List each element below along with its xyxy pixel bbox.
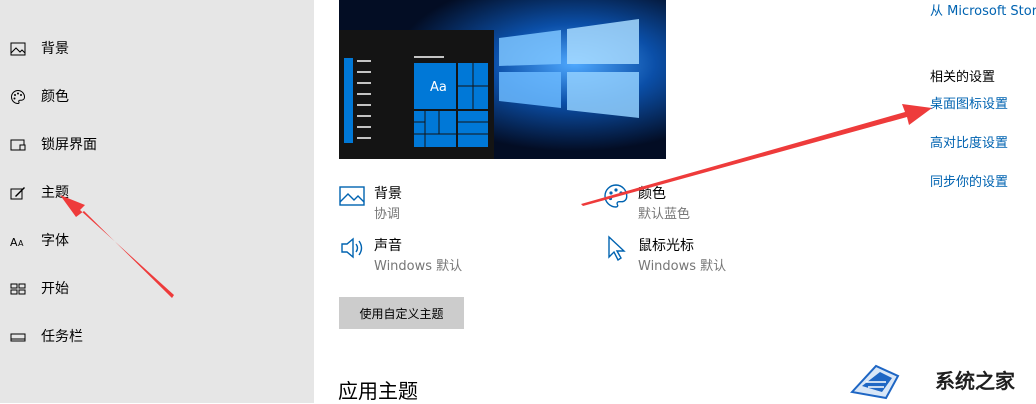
desktop-icon-settings-link[interactable]: 桌面图标设置 xyxy=(930,93,1008,112)
watermark-text: 系统之家 xyxy=(935,369,1015,393)
settings-sidebar: 背景 颜色 锁屏界面 主题 A A 字体 开始 任务栏 xyxy=(0,0,314,403)
theme-brush-icon xyxy=(10,187,25,200)
sidebar-item-lock-screen[interactable]: 锁屏界面 xyxy=(0,121,314,169)
speaker-icon xyxy=(341,237,363,259)
apply-theme-heading: 应用主题 xyxy=(338,379,418,403)
font-icon: A A xyxy=(10,236,24,249)
sidebar-item-label: 背景 xyxy=(41,41,69,57)
desktop-wallpaper-preview xyxy=(339,0,666,159)
sidebar-item-fonts[interactable]: A A 字体 xyxy=(0,217,314,265)
theme-option-color[interactable]: 颜色 默认蓝色 xyxy=(603,183,803,223)
sidebar-item-label: 锁屏界面 xyxy=(41,137,97,153)
svg-text:A: A xyxy=(10,236,18,249)
option-title: 鼠标光标 xyxy=(638,238,694,254)
taskbar-icon xyxy=(10,333,26,342)
high-contrast-settings-link[interactable]: 高对比度设置 xyxy=(930,132,1008,151)
preview-tile-text: Aa xyxy=(430,80,447,95)
option-value: 默认蓝色 xyxy=(638,207,691,222)
start-grid-icon xyxy=(10,283,26,295)
sidebar-item-label: 任务栏 xyxy=(41,329,83,345)
theme-preview: Aa xyxy=(339,0,666,159)
sidebar-item-taskbar[interactable]: 任务栏 xyxy=(0,313,314,361)
option-title: 声音 xyxy=(374,238,402,254)
sidebar-item-start[interactable]: 开始 xyxy=(0,265,314,313)
sidebar-item-label: 颜色 xyxy=(41,89,69,105)
option-value: 协调 xyxy=(374,207,401,222)
picture-icon xyxy=(10,42,26,56)
sidebar-item-label: 字体 xyxy=(41,233,69,249)
related-settings-heading: 相关的设置 xyxy=(930,70,996,85)
sidebar-item-label: 主题 xyxy=(41,185,69,201)
option-value: Windows 默认 xyxy=(638,259,727,274)
save-custom-theme-button[interactable]: 使用自定义主题 xyxy=(339,297,464,329)
option-title: 颜色 xyxy=(638,186,666,202)
option-value: Windows 默认 xyxy=(374,259,463,274)
sync-settings-link[interactable]: 同步你的设置 xyxy=(930,171,1008,190)
cursor-icon xyxy=(608,235,626,261)
theme-option-sound[interactable]: 声音 Windows 默认 xyxy=(339,235,539,275)
sidebar-item-themes[interactable]: 主题 xyxy=(0,169,314,217)
option-title: 背景 xyxy=(374,186,402,202)
theme-option-background[interactable]: 背景 协调 xyxy=(339,183,539,223)
sidebar-item-color[interactable]: 颜色 xyxy=(0,73,314,121)
palette-icon xyxy=(11,89,26,105)
svg-text:A: A xyxy=(18,239,24,248)
sidebar-item-label: 开始 xyxy=(41,281,69,297)
sidebar-item-background[interactable]: 背景 xyxy=(0,25,314,73)
picture-icon xyxy=(339,186,365,206)
palette-icon xyxy=(604,184,628,208)
theme-option-cursor[interactable]: 鼠标光标 Windows 默认 xyxy=(603,235,803,275)
microsoft-store-link[interactable]: 从 Microsoft Store xyxy=(930,0,1036,19)
lock-screen-icon xyxy=(10,139,26,151)
